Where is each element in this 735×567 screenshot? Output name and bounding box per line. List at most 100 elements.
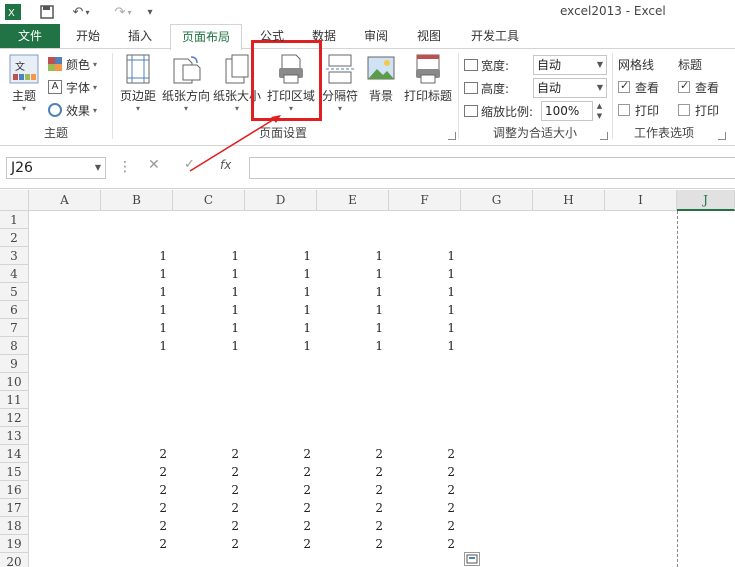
margins-button[interactable]: 页边距 ▾ xyxy=(116,53,160,113)
cell-d8[interactable]: 1 xyxy=(245,337,317,355)
column-header-h[interactable]: H xyxy=(533,190,605,211)
cell-d19[interactable]: 2 xyxy=(245,535,317,553)
row-header-9[interactable]: 9 xyxy=(0,355,29,373)
name-box[interactable]: J26 ▼ xyxy=(6,157,106,179)
row-header-16[interactable]: 16 xyxy=(0,481,29,499)
cell-c4[interactable]: 1 xyxy=(173,265,245,283)
gridlines-print-checkbox[interactable]: 打印 xyxy=(618,100,659,120)
cell-e3[interactable]: 1 xyxy=(317,247,389,265)
headings-print-checkbox[interactable]: 打印 xyxy=(678,100,719,120)
row-header-14[interactable]: 14 xyxy=(0,445,29,463)
cell-f5[interactable]: 1 xyxy=(389,283,461,301)
cell-e19[interactable]: 2 xyxy=(317,535,389,553)
cell-b15[interactable]: 2 xyxy=(101,463,173,481)
cell-b8[interactable]: 1 xyxy=(101,337,173,355)
row-header-17[interactable]: 17 xyxy=(0,499,29,517)
cell-e18[interactable]: 2 xyxy=(317,517,389,535)
tab-file[interactable]: 文件 xyxy=(0,24,60,49)
cell-c3[interactable]: 1 xyxy=(173,247,245,265)
cell-f16[interactable]: 2 xyxy=(389,481,461,499)
row-header-6[interactable]: 6 xyxy=(0,301,29,319)
themes-button[interactable]: 文 主题 ▾ xyxy=(4,53,44,113)
column-header-i[interactable]: I xyxy=(605,190,677,211)
cell-f19[interactable]: 2 xyxy=(389,535,461,553)
enter-icon[interactable]: ✓ xyxy=(184,157,195,172)
tab-formulas[interactable]: 公式 xyxy=(250,24,294,49)
column-header-f[interactable]: F xyxy=(389,190,461,211)
effects-button[interactable]: 效果 ▾ xyxy=(48,100,97,120)
breaks-button[interactable]: 分隔符 ▾ xyxy=(320,53,360,113)
scale-spin-buttons[interactable]: ▲ ▼ xyxy=(594,101,605,121)
tab-developer[interactable]: 开发工具 xyxy=(460,24,530,49)
cell-b19[interactable]: 2 xyxy=(101,535,173,553)
row-header-11[interactable]: 11 xyxy=(0,391,29,409)
column-header-d[interactable]: D xyxy=(245,190,317,211)
cell-b14[interactable]: 2 xyxy=(101,445,173,463)
cell-b16[interactable]: 2 xyxy=(101,481,173,499)
more-options-icon[interactable]: ⋮ xyxy=(118,159,132,175)
cell-d17[interactable]: 2 xyxy=(245,499,317,517)
save-icon[interactable] xyxy=(38,3,56,21)
gridlines-view-checkbox[interactable]: 查看 xyxy=(618,77,659,97)
cell-c6[interactable]: 1 xyxy=(173,301,245,319)
cell-e5[interactable]: 1 xyxy=(317,283,389,301)
cell-f14[interactable]: 2 xyxy=(389,445,461,463)
insert-function-icon[interactable]: fx xyxy=(220,158,231,172)
cell-c18[interactable]: 2 xyxy=(173,517,245,535)
cell-b17[interactable]: 2 xyxy=(101,499,173,517)
tab-home[interactable]: 开始 xyxy=(66,24,110,49)
row-header-8[interactable]: 8 xyxy=(0,337,29,355)
cell-f18[interactable]: 2 xyxy=(389,517,461,535)
cell-c15[interactable]: 2 xyxy=(173,463,245,481)
cell-d6[interactable]: 1 xyxy=(245,301,317,319)
cell-b7[interactable]: 1 xyxy=(101,319,173,337)
cell-d7[interactable]: 1 xyxy=(245,319,317,337)
cell-e8[interactable]: 1 xyxy=(317,337,389,355)
orientation-button[interactable]: 纸张方向 ▾ xyxy=(162,53,210,113)
formula-input[interactable] xyxy=(249,157,735,179)
scale-spinner[interactable]: 100% xyxy=(541,101,593,121)
cell-d16[interactable]: 2 xyxy=(245,481,317,499)
spreadsheet-grid[interactable]: ABCDEFGHIJ 1 2 3 4 5 6 7 8 9 10 11 12 13 14 15 16 17 18 19… xyxy=(0,190,735,567)
undo-icon[interactable]: ↶ ▾ xyxy=(66,3,96,21)
cell-c8[interactable]: 1 xyxy=(173,337,245,355)
row-header-7[interactable]: 7 xyxy=(0,319,29,337)
cell-d3[interactable]: 1 xyxy=(245,247,317,265)
cell-b18[interactable]: 2 xyxy=(101,517,173,535)
cell-f15[interactable]: 2 xyxy=(389,463,461,481)
column-header-c[interactable]: C xyxy=(173,190,245,211)
tab-view[interactable]: 视图 xyxy=(407,24,451,49)
cell-e15[interactable]: 2 xyxy=(317,463,389,481)
column-header-e[interactable]: E xyxy=(317,190,389,211)
cell-b3[interactable]: 1 xyxy=(101,247,173,265)
colors-button[interactable]: 颜色 ▾ xyxy=(48,54,97,74)
customize-qat-icon[interactable]: ▾ xyxy=(144,3,156,21)
width-select[interactable]: 自动 ▼ xyxy=(533,55,607,75)
column-header-a[interactable]: A xyxy=(29,190,101,211)
cell-c19[interactable]: 2 xyxy=(173,535,245,553)
tab-review[interactable]: 审阅 xyxy=(354,24,398,49)
row-header-1[interactable]: 1 xyxy=(0,211,29,229)
sheet-options-launcher-icon[interactable] xyxy=(718,132,726,140)
cell-c7[interactable]: 1 xyxy=(173,319,245,337)
headings-view-checkbox[interactable]: 查看 xyxy=(678,77,719,97)
background-button[interactable]: 背景 xyxy=(362,53,400,104)
print-titles-button[interactable]: 打印标题 xyxy=(402,53,454,104)
row-header-12[interactable]: 12 xyxy=(0,409,29,427)
fonts-button[interactable]: A 字体 ▾ xyxy=(48,77,97,97)
cell-e4[interactable]: 1 xyxy=(317,265,389,283)
cell-c14[interactable]: 2 xyxy=(173,445,245,463)
cell-d15[interactable]: 2 xyxy=(245,463,317,481)
row-header-4[interactable]: 4 xyxy=(0,265,29,283)
row-header-10[interactable]: 10 xyxy=(0,373,29,391)
cell-b6[interactable]: 1 xyxy=(101,301,173,319)
column-header-b[interactable]: B xyxy=(101,190,173,211)
cell-c5[interactable]: 1 xyxy=(173,283,245,301)
cancel-icon[interactable]: ✕ xyxy=(148,157,160,173)
row-header-3[interactable]: 3 xyxy=(0,247,29,265)
cell-f8[interactable]: 1 xyxy=(389,337,461,355)
tab-page-layout[interactable]: 页面布局 xyxy=(170,24,242,50)
cell-d5[interactable]: 1 xyxy=(245,283,317,301)
cell-e16[interactable]: 2 xyxy=(317,481,389,499)
cell-c16[interactable]: 2 xyxy=(173,481,245,499)
